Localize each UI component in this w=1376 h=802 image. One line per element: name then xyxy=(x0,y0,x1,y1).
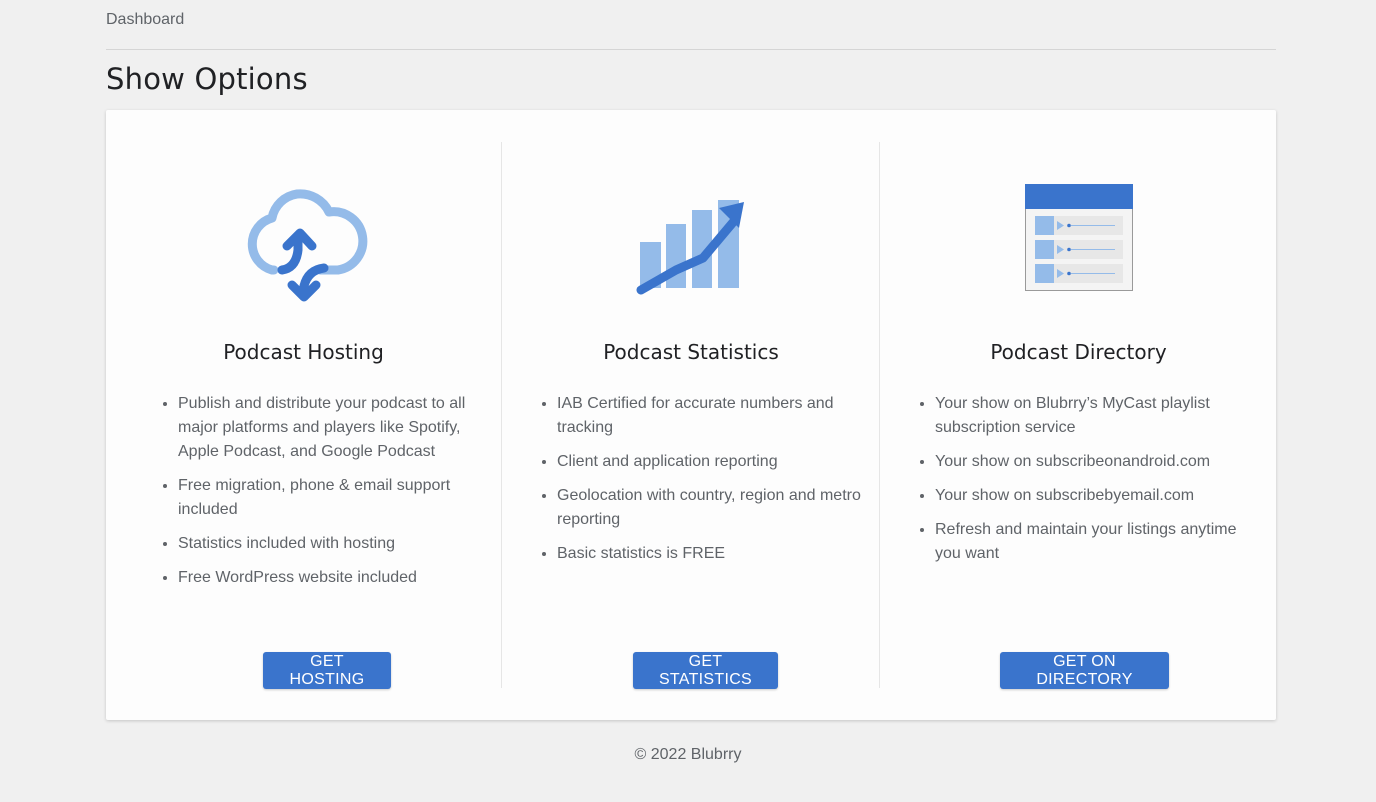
get-on-directory-button[interactable]: GET ON DIRECTORY xyxy=(1000,652,1169,689)
list-item: Statistics included with hosting xyxy=(178,532,496,556)
directory-column: Podcast Directory Your show on Blubrry’s… xyxy=(879,142,1277,689)
list-item: Basic statistics is FREE xyxy=(557,542,887,566)
list-item: Free migration, phone & email support in… xyxy=(178,474,496,522)
hosting-title: Podcast Hosting xyxy=(223,340,384,364)
list-item: Refresh and maintain your listings anyti… xyxy=(935,518,1265,566)
list-item: Free WordPress website included xyxy=(178,566,496,590)
list-item: Your show on subscribeonandroid.com xyxy=(935,450,1265,474)
options-card: Podcast Hosting Publish and distribute y… xyxy=(106,110,1276,720)
list-item: Client and application reporting xyxy=(557,450,887,474)
statistics-features: IAB Certified for accurate numbers and t… xyxy=(537,392,887,576)
breadcrumb[interactable]: Dashboard xyxy=(106,11,184,29)
get-hosting-button[interactable]: GET HOSTING xyxy=(263,652,391,689)
cloud-sync-icon xyxy=(106,178,501,308)
list-item: Publish and distribute your podcast to a… xyxy=(178,392,496,464)
bar-chart-trend-icon xyxy=(502,178,880,308)
playlist-directory-icon xyxy=(880,178,1277,308)
list-item: IAB Certified for accurate numbers and t… xyxy=(557,392,887,440)
header-divider xyxy=(106,49,1276,50)
directory-title: Podcast Directory xyxy=(990,340,1167,364)
list-item: Your show on Blubrry’s MyCast playlist s… xyxy=(935,392,1265,440)
get-statistics-button[interactable]: GET STATISTICS xyxy=(633,652,778,689)
list-item: Your show on subscribebyemail.com xyxy=(935,484,1265,508)
hosting-features: Publish and distribute your podcast to a… xyxy=(158,392,496,600)
statistics-title: Podcast Statistics xyxy=(603,340,779,364)
hosting-column: Podcast Hosting Publish and distribute y… xyxy=(106,142,501,689)
statistics-column: Podcast Statistics IAB Certified for acc… xyxy=(501,142,880,689)
page-title: Show Options xyxy=(106,62,308,96)
directory-features: Your show on Blubrry’s MyCast playlist s… xyxy=(915,392,1265,576)
list-item: Geolocation with country, region and met… xyxy=(557,484,887,532)
footer-copyright: © 2022 Blubrry xyxy=(634,746,742,763)
